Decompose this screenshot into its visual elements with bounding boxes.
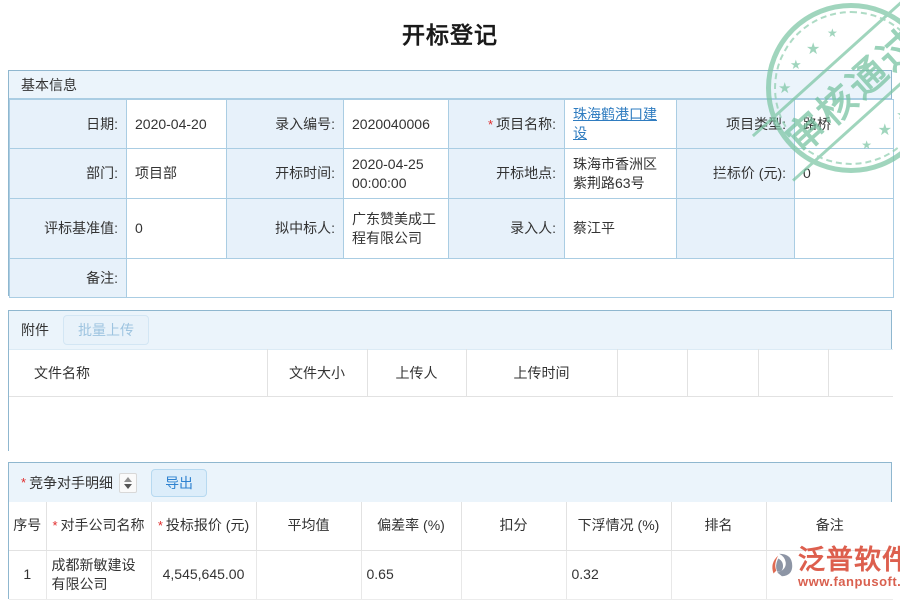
col-upload-time: 上传时间 (466, 350, 617, 397)
bid-open-time-label: 开标时间: (227, 149, 344, 199)
fanpu-logo: 泛普软件 www.fanpusoft.com (766, 546, 900, 589)
project-type-label: 项目类型: (677, 100, 795, 149)
remarks-value (127, 259, 894, 298)
attachments-title: 附件 (21, 320, 49, 340)
ceiling-price-value: 0 (795, 149, 894, 199)
basic-info-panel: 基本信息 日期: 2020-04-20 录入编号: 2020040006 *项目… (8, 70, 892, 296)
remarks-label: 备注: (10, 259, 127, 298)
competitors-panel: * 竞争对手明细 导出 序号 *对手公司名称 *投标报价 (元) (8, 462, 892, 599)
bid-open-place-label: 开标地点: (449, 149, 565, 199)
cell-deduction (461, 550, 566, 599)
attachments-table: 文件名称 文件大小 上传人 上传时间 (9, 349, 893, 452)
col-company: *对手公司名称 (46, 502, 151, 550)
col-file-size: 文件大小 (267, 350, 367, 397)
department-label: 部门: (10, 149, 127, 199)
cell-bid-price: 4,545,645.00 (151, 550, 256, 599)
proposed-winner-label: 拟中标人: (227, 199, 344, 259)
fanpu-logo-name: 泛普软件 (798, 546, 900, 576)
entered-by-label: 录入人: (449, 199, 565, 259)
eval-base-label: 评标基准值: (10, 199, 127, 259)
export-button[interactable]: 导出 (151, 469, 207, 497)
ceiling-price-label: 拦标价 (元): (677, 149, 795, 199)
cell-downward-float: 0.32 (566, 550, 671, 599)
competitors-table: 序号 *对手公司名称 *投标报价 (元) 平均值 偏差率 (%) 扣分 下浮情况… (9, 502, 893, 600)
sort-down-arrow-icon (124, 484, 132, 489)
attachments-empty-area (9, 397, 893, 452)
empty-label-cell (677, 199, 795, 259)
col-ranking: 排名 (671, 502, 766, 550)
required-marker: * (488, 117, 493, 132)
attachments-header-row: 文件名称 文件大小 上传人 上传时间 (9, 350, 893, 397)
date-label: 日期: (10, 100, 127, 149)
star-icon: ★ (896, 107, 900, 123)
entry-no-value: 2020040006 (344, 100, 449, 149)
empty-value-cell (795, 199, 894, 259)
col-deduction: 扣分 (461, 502, 566, 550)
sort-up-arrow-icon (124, 477, 132, 482)
basic-row-3: 评标基准值: 0 拟中标人: 广东赞美成工程有限公司 录入人: 蔡江平 (10, 199, 894, 259)
competitor-row[interactable]: 1 成都新敏建设有限公司 4,545,645.00 0.65 0.32 (9, 550, 893, 599)
col-empty-2 (687, 350, 758, 397)
entry-no-label: 录入编号: (227, 100, 344, 149)
page: 开标登记 基本信息 日期: 2020-04-20 录入编号: 202004000… (0, 0, 900, 600)
col-uploader: 上传人 (367, 350, 466, 397)
batch-upload-button[interactable]: 批量上传 (63, 315, 149, 345)
col-empty-1 (617, 350, 687, 397)
required-marker: * (52, 518, 57, 533)
project-name-cell: 珠海鹤港口建设 (565, 100, 677, 149)
basic-row-2: 部门: 项目部 开标时间: 2020-04-25 00:00:00 开标地点: … (10, 149, 894, 199)
competitors-header-row: 序号 *对手公司名称 *投标报价 (元) 平均值 偏差率 (%) 扣分 下浮情况… (9, 502, 893, 550)
cell-company: 成都新敏建设有限公司 (46, 550, 151, 599)
sort-icon[interactable] (119, 473, 137, 493)
attachments-empty-body (9, 397, 893, 452)
entered-by-value: 蔡江平 (565, 199, 677, 259)
cell-average (256, 550, 361, 599)
basic-row-1: 日期: 2020-04-20 录入编号: 2020040006 *项目名称: 珠… (10, 100, 894, 149)
attachments-panel: 附件 批量上传 文件名称 文件大小 上传人 上传时间 (8, 310, 892, 451)
fanpu-logo-url: www.fanpusoft.com (798, 574, 900, 589)
competitors-title: 竞争对手明细 (29, 473, 113, 493)
col-deviation-rate: 偏差率 (%) (361, 502, 461, 550)
cell-ranking (671, 550, 766, 599)
col-file-name: 文件名称 (9, 350, 267, 397)
basic-info-table: 日期: 2020-04-20 录入编号: 2020040006 *项目名称: 珠… (9, 99, 894, 298)
col-remarks: 备注 (766, 502, 893, 550)
required-marker: * (158, 518, 163, 533)
col-seq: 序号 (9, 502, 46, 550)
basic-info-header: 基本信息 (9, 71, 891, 99)
competitors-header: * 竞争对手明细 导出 (9, 463, 891, 502)
proposed-winner-value: 广东赞美成工程有限公司 (344, 199, 449, 259)
fanpu-logo-icon (766, 550, 796, 580)
col-average: 平均值 (256, 502, 361, 550)
project-name-label: *项目名称: (449, 100, 565, 149)
required-marker: * (21, 475, 26, 490)
bid-open-place-value: 珠海市香洲区紫荆路63号 (565, 149, 677, 199)
department-value: 项目部 (127, 149, 227, 199)
col-empty-3 (758, 350, 828, 397)
date-value: 2020-04-20 (127, 100, 227, 149)
col-bid-price: *投标报价 (元) (151, 502, 256, 550)
project-type-value: 路桥 (795, 100, 894, 149)
cell-deviation-rate: 0.65 (361, 550, 461, 599)
eval-base-value: 0 (127, 199, 227, 259)
bid-open-time-value: 2020-04-25 00:00:00 (344, 149, 449, 199)
attachments-header: 附件 批量上传 (9, 311, 891, 349)
fanpu-logo-text: 泛普软件 www.fanpusoft.com (798, 546, 900, 589)
cell-seq: 1 (9, 550, 46, 599)
page-title: 开标登记 (0, 16, 900, 50)
col-downward-float: 下浮情况 (%) (566, 502, 671, 550)
basic-row-4: 备注: (10, 259, 894, 298)
col-empty-4 (828, 350, 893, 397)
basic-info-title: 基本信息 (21, 75, 77, 95)
project-name-link[interactable]: 珠海鹤港口建设 (573, 106, 657, 141)
